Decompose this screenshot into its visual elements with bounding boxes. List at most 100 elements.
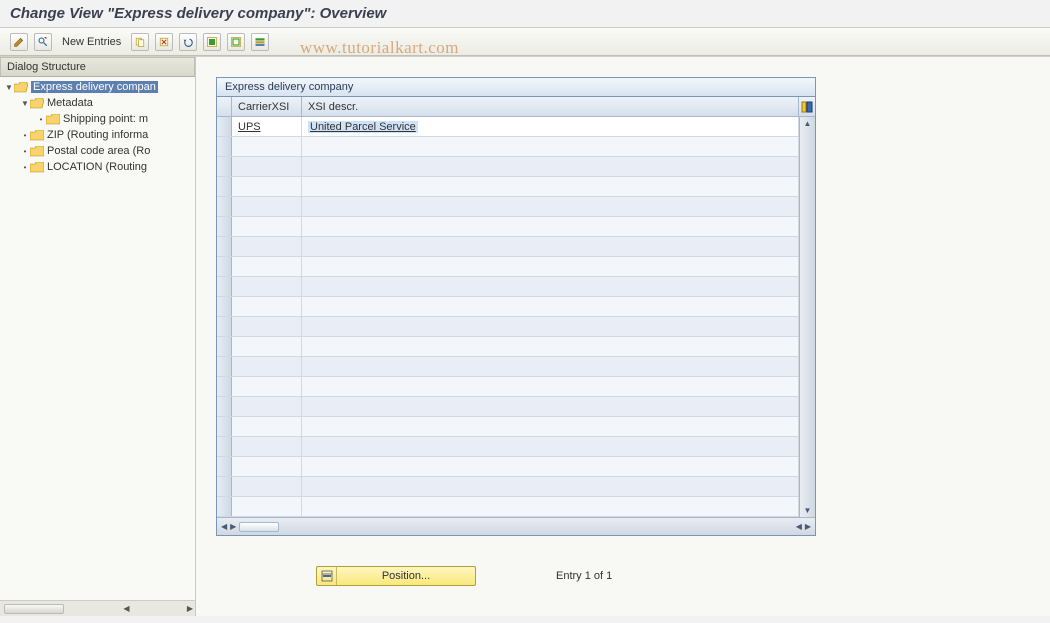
cell-carrier-empty[interactable] <box>232 237 302 256</box>
table-settings-icon[interactable] <box>251 33 269 51</box>
select-all-icon[interactable] <box>203 33 221 51</box>
cell-descr-empty[interactable] <box>302 137 799 156</box>
cell-carrier-empty[interactable] <box>232 377 302 396</box>
expand-toggle-icon[interactable]: ▼ <box>4 83 14 92</box>
row-selector[interactable] <box>217 217 232 236</box>
row-selector[interactable] <box>217 157 232 176</box>
row-selector[interactable] <box>217 457 232 476</box>
cell-descr[interactable]: United Parcel Service <box>302 117 799 136</box>
row-selector[interactable] <box>217 337 232 356</box>
cell-descr-empty[interactable] <box>302 417 799 436</box>
cell-carrier-empty[interactable] <box>232 457 302 476</box>
cell-descr-empty[interactable] <box>302 397 799 416</box>
cell-descr-empty[interactable] <box>302 297 799 316</box>
position-button[interactable]: Position... <box>316 566 476 586</box>
tree-item[interactable]: •LOCATION (Routing <box>0 159 195 175</box>
scroll-right-icon[interactable]: ◀ <box>796 522 802 531</box>
cell-carrier-empty[interactable] <box>232 177 302 196</box>
row-selector[interactable] <box>217 297 232 316</box>
cell-carrier-empty[interactable] <box>232 157 302 176</box>
tree-item[interactable]: •Postal code area (Ro <box>0 143 195 159</box>
cell-carrier-empty[interactable] <box>232 337 302 356</box>
cell-carrier-empty[interactable] <box>232 197 302 216</box>
cell-descr-empty[interactable] <box>302 357 799 376</box>
cell-carrier-empty[interactable] <box>232 137 302 156</box>
cell-carrier-empty[interactable] <box>232 397 302 416</box>
cell-carrier-empty[interactable] <box>232 357 302 376</box>
copy-as-icon[interactable] <box>131 33 149 51</box>
deselect-all-icon[interactable] <box>227 33 245 51</box>
cell-descr-empty[interactable] <box>302 377 799 396</box>
cell-descr-empty[interactable] <box>302 457 799 476</box>
expand-toggle-icon[interactable]: ▼ <box>20 99 30 108</box>
tree-item[interactable]: ▼Metadata <box>0 95 195 111</box>
cell-descr-empty[interactable] <box>302 197 799 216</box>
cell-carrier[interactable]: UPS <box>232 117 302 136</box>
cell-descr-empty[interactable] <box>302 237 799 256</box>
cell-descr-empty[interactable] <box>302 317 799 336</box>
toolbar: New Entries <box>0 28 1050 56</box>
grid-horizontal-scrollbar[interactable]: ◀ ▶ ◀ ▶ <box>217 517 815 535</box>
cell-carrier-empty[interactable] <box>232 477 302 496</box>
grid-row-empty <box>217 277 799 297</box>
row-selector[interactable] <box>217 397 232 416</box>
undo-icon[interactable] <box>179 33 197 51</box>
row-selector[interactable] <box>217 317 232 336</box>
scroll-up-icon[interactable]: ▲ <box>804 119 812 128</box>
bullet-icon: • <box>36 115 46 124</box>
column-header-carrier[interactable]: CarrierXSI <box>232 97 302 116</box>
cell-descr-empty[interactable] <box>302 437 799 456</box>
hscroll-thumb[interactable] <box>239 522 279 532</box>
tree-horizontal-scrollbar[interactable]: ◀ ▶ <box>0 600 195 616</box>
cell-carrier-empty[interactable] <box>232 317 302 336</box>
row-selector[interactable] <box>217 437 232 456</box>
grid-row-empty <box>217 197 799 217</box>
tree-item[interactable]: ▼Express delivery compan <box>0 79 195 95</box>
cell-carrier-empty[interactable] <box>232 277 302 296</box>
grid-config-icon[interactable] <box>799 101 815 113</box>
new-entries-button[interactable]: New Entries <box>58 36 125 48</box>
cell-carrier-empty[interactable] <box>232 297 302 316</box>
tree-item[interactable]: •ZIP (Routing informa <box>0 127 195 143</box>
page-title: Change View "Express delivery company": … <box>10 5 1040 22</box>
cell-descr-empty[interactable] <box>302 177 799 196</box>
row-selector[interactable] <box>217 377 232 396</box>
cell-descr-empty[interactable] <box>302 477 799 496</box>
row-selector[interactable] <box>217 117 232 136</box>
row-selector[interactable] <box>217 237 232 256</box>
cell-descr-empty[interactable] <box>302 277 799 296</box>
cell-carrier-empty[interactable] <box>232 217 302 236</box>
cell-carrier-empty[interactable] <box>232 437 302 456</box>
scroll-left-icon[interactable]: ▶ <box>230 522 236 531</box>
row-selector[interactable] <box>217 137 232 156</box>
row-selector[interactable] <box>217 417 232 436</box>
scroll-right-end-icon[interactable]: ▶ <box>805 522 811 531</box>
cell-carrier-empty[interactable] <box>232 257 302 276</box>
cell-descr-empty[interactable] <box>302 157 799 176</box>
row-selector[interactable] <box>217 277 232 296</box>
cell-descr-empty[interactable] <box>302 337 799 356</box>
cell-descr-empty[interactable] <box>302 217 799 236</box>
other-entry-icon[interactable] <box>34 33 52 51</box>
scroll-down-icon[interactable]: ▼ <box>804 506 812 515</box>
scroll-right-icon[interactable]: ▶ <box>187 604 193 613</box>
delete-icon[interactable] <box>155 33 173 51</box>
toggle-display-change-icon[interactable] <box>10 33 28 51</box>
row-selector[interactable] <box>217 497 232 516</box>
row-selector[interactable] <box>217 357 232 376</box>
row-selector[interactable] <box>217 257 232 276</box>
row-selector-header[interactable] <box>217 97 232 116</box>
row-selector[interactable] <box>217 197 232 216</box>
grid-vertical-scrollbar[interactable]: ▲ ▼ <box>799 117 815 517</box>
cell-carrier-empty[interactable] <box>232 417 302 436</box>
row-selector[interactable] <box>217 177 232 196</box>
column-header-descr[interactable]: XSI descr. <box>302 97 799 116</box>
cell-descr-empty[interactable] <box>302 497 799 516</box>
cell-carrier-empty[interactable] <box>232 497 302 516</box>
cell-descr-empty[interactable] <box>302 257 799 276</box>
tree-item[interactable]: •Shipping point: m <box>0 111 195 127</box>
scroll-left-icon[interactable]: ◀ <box>123 604 129 613</box>
scroll-left-start-icon[interactable]: ◀ <box>221 522 227 531</box>
row-selector[interactable] <box>217 477 232 496</box>
page-header: Change View "Express delivery company": … <box>0 0 1050 28</box>
